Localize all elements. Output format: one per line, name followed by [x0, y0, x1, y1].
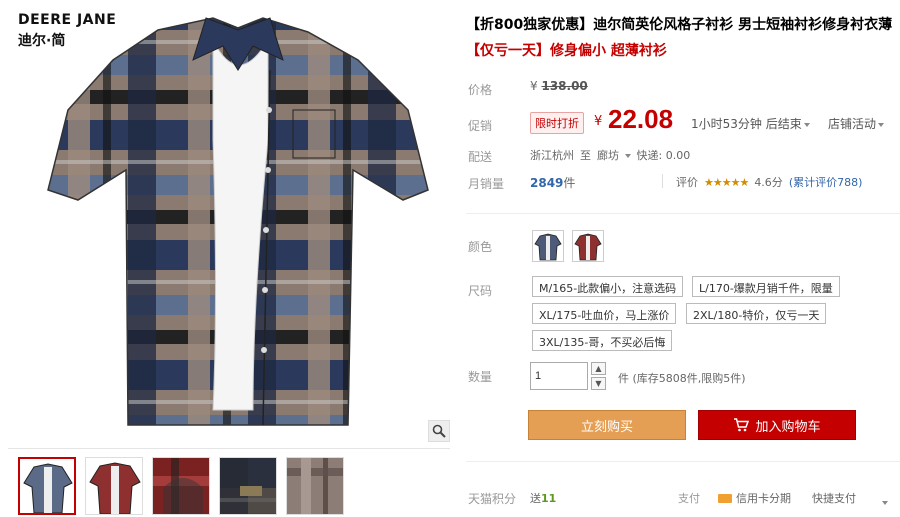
- thumbnail-2[interactable]: [85, 457, 143, 515]
- buy-now-label: 立刻购买: [580, 419, 633, 435]
- shop-activity-label: 店铺活动: [828, 117, 877, 131]
- credit-card-label: 信用卡分期: [736, 492, 791, 505]
- points-prefix: 送: [530, 492, 541, 505]
- color-swatch-blue[interactable]: [532, 230, 564, 262]
- quantity-label: 数量: [468, 370, 493, 384]
- quantity-decrease-button[interactable]: ▼: [591, 377, 606, 390]
- thumbnail-strip: [8, 448, 450, 517]
- promo-tag: 限时打折: [530, 112, 584, 134]
- quick-pay-option[interactable]: 快捷支付: [812, 490, 856, 506]
- points-value: 11: [541, 492, 557, 505]
- size-option-m[interactable]: M/165-此款偏小，注意选码: [532, 276, 684, 297]
- ship-destination-dropdown[interactable]: 廊坊: [597, 147, 631, 163]
- color-swatch-red[interactable]: [572, 230, 604, 262]
- zoom-button[interactable]: [428, 420, 450, 442]
- monthly-sales-label: 月销量: [468, 177, 505, 191]
- arrow-down-icon: ▼: [595, 379, 602, 388]
- shop-activity-dropdown[interactable]: 店铺活动: [828, 115, 885, 132]
- current-price: 22.08: [608, 104, 674, 134]
- rating-score: 4.6分: [754, 176, 783, 189]
- credit-card-icon: [718, 493, 732, 503]
- caret-down-icon: [878, 122, 885, 127]
- color-label: 颜色: [468, 240, 493, 254]
- shirt-illustration: [47, 17, 429, 426]
- credit-card-installment[interactable]: 信用卡分期: [718, 490, 791, 506]
- stock-info: 件 (库存5808件,限购5件): [618, 372, 746, 385]
- review-count-link[interactable]: (累计评价788): [789, 174, 863, 190]
- magnifier-icon: [432, 424, 446, 438]
- countdown-time: 1小时53分钟: [691, 117, 762, 131]
- currency-symbol: ¥: [530, 79, 538, 93]
- caret-down-icon: [803, 122, 810, 127]
- ship-from: 浙江杭州: [530, 149, 574, 162]
- add-to-cart-label: 加入购物车: [755, 419, 821, 435]
- product-gallery: DEERE JANE 迪尔·简: [8, 0, 450, 517]
- brand-name-cn: 迪尔·简: [18, 33, 66, 49]
- rating-label: 评价: [676, 176, 698, 189]
- thumbnail-5[interactable]: [286, 457, 344, 515]
- brand-logo: DEERE JANE 迪尔·简: [18, 12, 116, 50]
- current-currency-symbol: ¥: [594, 114, 603, 129]
- monthly-sales: 2849件: [530, 174, 575, 191]
- divider-vertical: [662, 174, 663, 188]
- caret-down-icon: [882, 500, 888, 505]
- product-subtitle: 【仅亏一天】修身偏小 超薄衬衫: [466, 43, 667, 59]
- star-rating-icon: ★★★★★: [704, 175, 749, 189]
- rating-info: 评价 ★★★★★ 4.6分 (累计评价788): [676, 174, 862, 190]
- brand-name-en: DEERE JANE: [18, 12, 117, 28]
- add-to-cart-button[interactable]: 加入购物车: [698, 410, 856, 440]
- shipping-label: 配送: [468, 150, 493, 164]
- caret-down-icon: [624, 154, 631, 158]
- thumbnail-4[interactable]: [219, 457, 277, 515]
- payment-dropdown[interactable]: [880, 495, 888, 509]
- original-price: ¥ 138.00: [530, 79, 588, 93]
- sales-unit: 件: [563, 176, 576, 190]
- main-product-image: DEERE JANE 迪尔·简: [8, 0, 450, 442]
- quantity-increase-button[interactable]: ▲: [591, 362, 606, 375]
- size-label: 尺码: [468, 284, 493, 298]
- points-info: 送11: [530, 490, 556, 506]
- promo-countdown: 1小时53分钟 后结束: [691, 115, 810, 132]
- original-price-value: 138.00: [541, 79, 588, 93]
- countdown-ends-dropdown[interactable]: 后结束: [766, 117, 810, 131]
- section-divider-2: [466, 461, 900, 462]
- shipping-info: 浙江杭州 至 廊坊 快递: 0.00: [530, 147, 690, 163]
- section-divider: [466, 213, 900, 214]
- size-option-2xl[interactable]: 2XL/180-特价，仅亏一天: [686, 303, 827, 324]
- buy-now-button[interactable]: 立刻购买: [528, 410, 686, 440]
- ship-destination: 廊坊: [597, 149, 619, 162]
- thumbnail-3[interactable]: [152, 457, 210, 515]
- sales-count: 2849: [530, 176, 564, 190]
- quantity-input[interactable]: [530, 362, 588, 390]
- size-option-xl[interactable]: XL/175-吐血价，马上涨价: [532, 303, 677, 324]
- arrow-up-icon: ▲: [595, 364, 602, 373]
- promo-label: 促销: [468, 119, 493, 133]
- size-option-l[interactable]: L/170-爆款月销千件，限量: [692, 276, 840, 297]
- ship-to-label: 至: [580, 149, 591, 162]
- express-fee: 快递: 0.00: [636, 149, 691, 162]
- product-detail-panel: 【折800独家优惠】迪尔简英伦风格子衬衫 男士短袖衬衫修身衬衣薄 【仅亏一天】修…: [466, 0, 900, 517]
- product-title: 【折800独家优惠】迪尔简英伦风格子衬衫 男士短袖衬衫修身衬衣薄: [466, 17, 893, 33]
- countdown-ends-label: 后结束: [765, 117, 802, 131]
- thumbnail-1[interactable]: [18, 457, 76, 515]
- payment-label: 支付: [678, 492, 700, 505]
- size-option-3xl[interactable]: 3XL/135-哥，不买必后悔: [532, 330, 673, 351]
- points-label: 天猫积分: [468, 492, 517, 506]
- price-label: 价格: [468, 83, 493, 97]
- cart-icon: [734, 418, 750, 432]
